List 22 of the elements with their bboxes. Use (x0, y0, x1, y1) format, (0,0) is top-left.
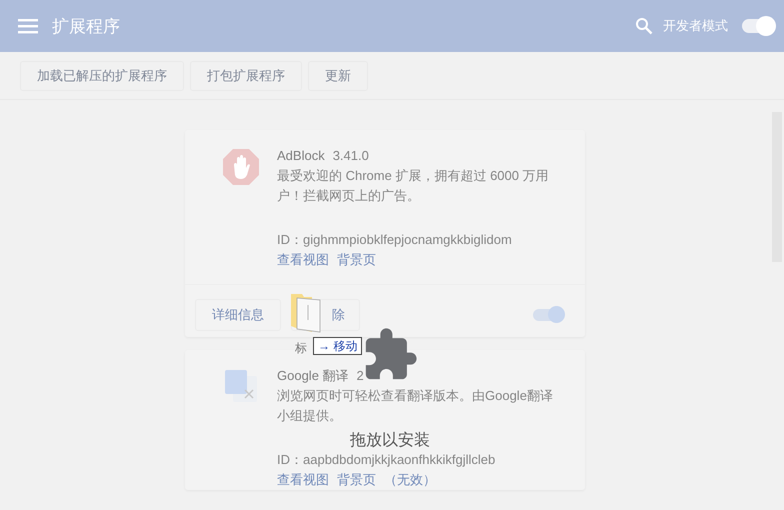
page-title: 扩展程序 (52, 16, 121, 38)
card-button[interactable]: 详细信息 (195, 299, 281, 331)
extension-version: 2 (356, 367, 364, 385)
extension-id: ID：aapbdbdomjkkjkaonfhkkikfgjllcleb (277, 451, 496, 469)
extension-link[interactable]: 查看视图 (277, 250, 329, 270)
extension-link[interactable]: 背景页 (337, 470, 376, 490)
extension-id: ID：gighmmpiobklfepjocnamgkkbiglidom (277, 231, 513, 249)
extension-name: Google 翻译 (277, 367, 349, 385)
drag-label: 标 (295, 340, 307, 357)
toolbar-button[interactable]: 加载已解压的扩展程序 (20, 60, 184, 90)
extension-link[interactable]: 查看视图 (277, 470, 329, 490)
move-tooltip: → 移动 (313, 337, 362, 355)
toolbar-button[interactable]: 打包扩展程序 (190, 60, 302, 90)
drop-message: 拖放以安装 (350, 430, 430, 451)
extension-description: 最受欢迎的 Chrome 扩展，拥有超过 6000 万用户！拦截网页上的广告。 (277, 167, 550, 205)
toolbar-button[interactable]: 更新 (308, 60, 368, 90)
extension-name: AdBlock (277, 147, 325, 165)
developer-mode-label: 开发者模式 (663, 17, 728, 35)
extension-link[interactable]: （无效） (384, 470, 436, 490)
extension-version: 3.41.0 (332, 147, 369, 165)
extension-link[interactable]: 背景页 (337, 250, 376, 270)
extension-description: 浏览网页时可轻松查看翻译版本。由Google翻译小组提供。 (277, 387, 554, 425)
